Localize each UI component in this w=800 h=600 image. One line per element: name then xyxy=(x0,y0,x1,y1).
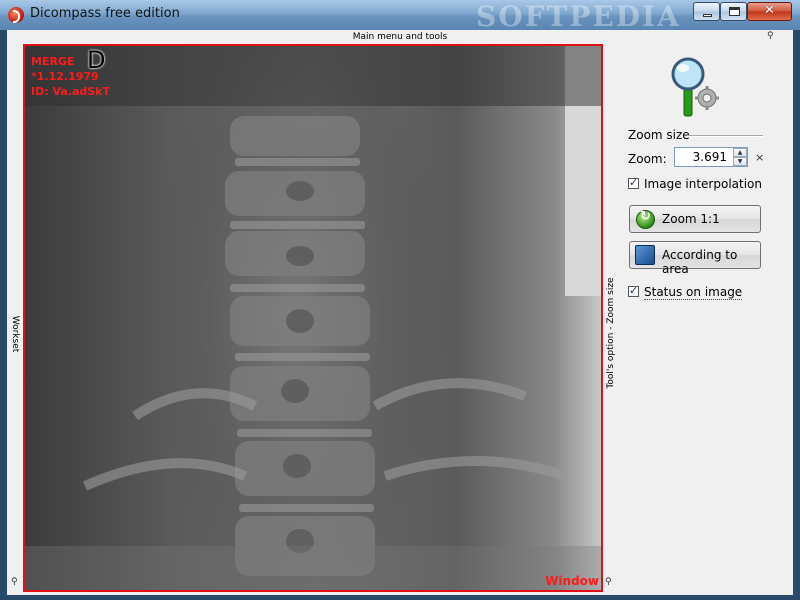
client-area: Main menu and tools ⚲ Workset ⚲ MERGE *1… xyxy=(7,30,793,595)
refresh-icon xyxy=(636,209,655,229)
image-viewport[interactable]: MERGE *1.12.1979 ID: Va.adSkT D Window xyxy=(23,44,603,592)
according-to-area-button[interactable]: According to area xyxy=(629,241,761,276)
status-on-image-checkbox[interactable]: Status on image xyxy=(628,284,743,300)
zoom-label: Zoom: xyxy=(628,152,667,166)
tool-options-panel: Zoom size Zoom: 3.691 ▲ ▼ × Image interp… xyxy=(619,44,793,592)
workset-panel-tab[interactable]: Workset xyxy=(7,44,23,592)
checkbox-checked-icon[interactable] xyxy=(628,284,639,297)
checkbox-checked-icon[interactable] xyxy=(628,176,639,189)
image-interpolation-checkbox[interactable]: Image interpolation xyxy=(628,176,762,191)
xray-image xyxy=(25,46,601,590)
zoom-multiplier-sign: × xyxy=(755,151,765,164)
close-button[interactable] xyxy=(747,2,792,21)
pin-icon[interactable]: ⚲ xyxy=(767,32,774,41)
zoom-1-1-label: Zoom 1:1 xyxy=(662,212,720,226)
tool-options-tab[interactable]: Tool's option - Zoom size xyxy=(606,277,616,388)
zoom-spin-up-button[interactable]: ▲ xyxy=(733,148,747,157)
workset-label: Workset xyxy=(10,315,20,353)
window-level-label: Window xyxy=(545,574,599,588)
pin-icon[interactable]: ⚲ xyxy=(11,578,18,587)
app-logo-icon xyxy=(8,7,24,23)
zoom-spin-down-button[interactable]: ▼ xyxy=(733,157,747,166)
overlay-line: ID: Va.adSkT xyxy=(31,85,111,98)
area-icon xyxy=(635,245,655,265)
zoom-1-1-button[interactable]: Zoom 1:1 xyxy=(629,205,761,233)
main-menu-bar[interactable]: Main menu and tools xyxy=(7,30,793,44)
status-on-image-label: Status on image xyxy=(644,285,743,300)
maximize-button[interactable] xyxy=(720,2,747,21)
orientation-letter: D xyxy=(87,46,106,74)
section-divider xyxy=(687,135,763,137)
window-title: Dicompass free edition xyxy=(30,6,180,21)
minimize-button[interactable] xyxy=(693,2,720,21)
image-interpolation-label: Image interpolation xyxy=(644,177,762,191)
magnifier-gear-icon xyxy=(671,57,719,117)
according-to-area-label: According to area xyxy=(662,248,738,276)
pin-icon[interactable]: ⚲ xyxy=(605,578,612,587)
title-bar: Dicompass free edition SOFTPEDIA xyxy=(0,0,800,33)
watermark: SOFTPEDIA xyxy=(476,0,681,33)
zoom-size-section-title: Zoom size xyxy=(628,128,690,142)
